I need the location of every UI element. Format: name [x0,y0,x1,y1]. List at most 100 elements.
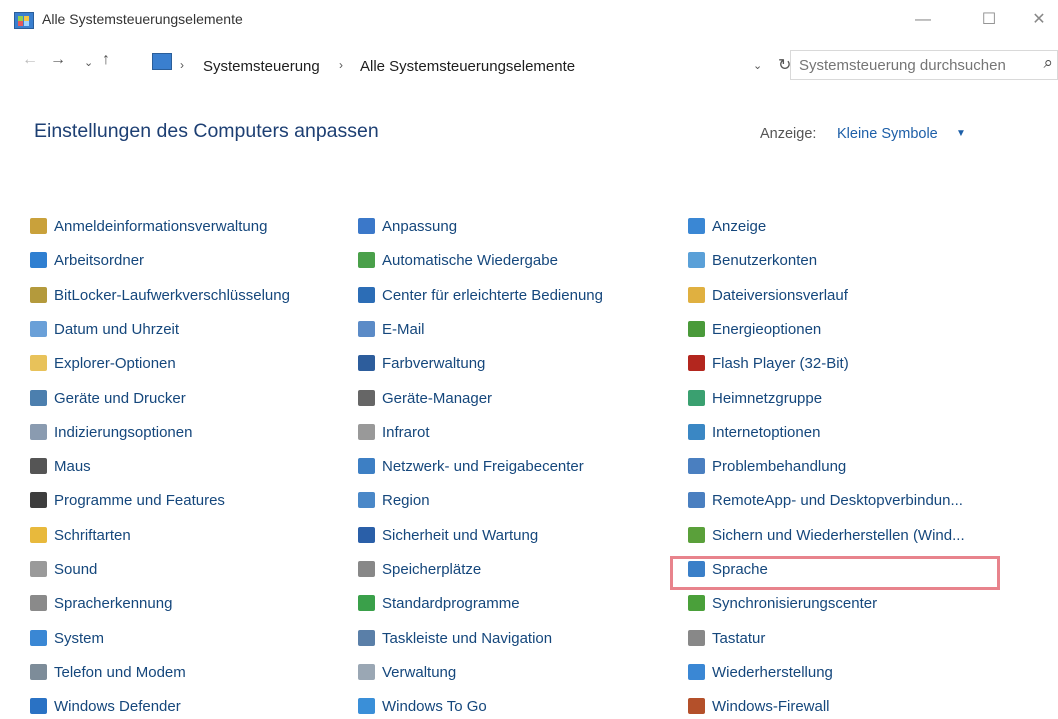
infrared-icon [358,423,375,440]
control-panel-item-label: Synchronisierungscenter [712,595,878,613]
mouse-icon [30,458,47,475]
breadcrumb-alle-elemente[interactable]: Alle Systemsteuerungselemente [360,58,575,75]
forward-button[interactable]: → [50,51,66,69]
flag-icon [358,526,375,543]
recent-locations-button[interactable]: ⌄ [84,56,93,69]
control-panel-item-label: Explorer-Optionen [54,355,176,373]
sound-icon [30,561,47,577]
view-label: Anzeige: [760,126,817,142]
control-panel-item-label: E-Mail [382,320,425,338]
ease-of-access-icon [358,286,375,303]
close-button[interactable]: ✕ [1020,6,1058,34]
control-panel-item-label: Windows Defender [54,698,181,716]
control-panel-item-label: Maus [54,458,91,476]
control-panel-item-label: Wiederherstellung [712,663,833,681]
control-panel-item-label: Geräte und Drucker [54,389,186,407]
control-panel-item-label: Anpassung [382,218,458,235]
highlight-box [670,556,1000,590]
keyboard-icon [688,629,705,646]
homegroup-icon [688,389,705,406]
clock-icon [30,320,47,337]
color-management-icon [358,355,375,372]
back-button[interactable]: ← [22,51,38,69]
device-manager-icon [358,389,375,406]
indexing-icon [30,423,47,440]
remoteapp-icon [688,492,705,509]
control-panel-item-label: Infrarot [382,423,430,441]
breadcrumb-systemsteuerung[interactable]: Systemsteuerung [203,58,320,75]
control-panel-item-label: Telefon und Modem [54,663,186,681]
control-panel-item-label: Center für erleichterte Bedienung [382,286,603,304]
chevron-down-icon[interactable]: ▼ [956,128,966,139]
taskbar-icon [358,629,375,646]
control-panel-item-label: Heimnetzgruppe [712,389,823,407]
control-panel-item-label: Anmeldeinformationsverwaltung [54,218,268,235]
control-panel-item-label: Benutzerkonten [712,252,818,270]
control-panel-item-label: Geräte-Manager [382,389,493,407]
region-icon [358,492,375,509]
power-icon [688,320,705,337]
mail-icon [358,320,375,337]
control-panel-item-label: Sicherheit und Wartung [382,526,539,544]
control-panel-item-label: Energieoptionen [712,320,822,338]
control-panel-item-label: Schriftarten [54,526,131,544]
control-panel-item-label: Standardprogramme [382,595,520,613]
control-panel-item-label: Region [382,492,430,510]
maximize-button[interactable]: ☐ [966,6,1012,34]
control-panel-item-label: Windows-Firewall [712,698,830,716]
printer-icon [30,389,47,406]
title-bar: Alle Systemsteuerungselemente — ☐ ✕ [0,0,1058,40]
control-panel-item-label: Programme und Features [54,492,225,510]
control-panel-item-label: Farbverwaltung [382,355,486,373]
minimize-button[interactable]: — [900,6,946,34]
microphone-icon [30,595,47,612]
internet-options-icon [688,423,705,440]
personalization-icon [358,218,375,234]
control-panel-item-label: Problembehandlung [712,458,847,476]
control-panel-item-label: Windows To Go [382,698,487,716]
search-input[interactable] [799,56,1031,74]
backup-icon [688,526,705,543]
control-panel-item-label: Dateiversionsverlauf [712,286,848,304]
admin-tools-icon [358,663,375,680]
breadcrumb-separator: › [180,58,184,72]
search-box[interactable]: ⌕ [790,50,1058,80]
control-panel-item-label: Sichern und Wiederherstellen (Wind... [712,526,965,544]
phone-icon [30,663,47,680]
control-panel-item-label: Arbeitsordner [54,252,145,270]
address-dropdown-button[interactable]: ⌄ [753,59,762,72]
search-icon[interactable]: ⌕ [1043,53,1053,73]
firewall-icon [688,698,705,715]
control-panel-item-label: Datum und Uhrzeit [54,320,180,338]
troubleshooting-icon [688,458,705,475]
control-panel-item-label: Automatische Wiedergabe [382,252,558,270]
control-panel-item-label: Anzeige [712,218,767,235]
storage-icon [358,561,375,577]
control-panel-item-label: Tastatur [712,629,766,647]
recovery-icon [688,663,705,680]
breadcrumb-separator[interactable]: › [339,58,343,72]
control-panel-item-label: Speicherplätze [382,561,482,578]
control-panel-item-label: System [54,629,105,647]
control-panel-item-label: Netzwerk- und Freigabecenter [382,458,584,476]
control-panel-item-label: Taskleiste und Navigation [382,629,553,647]
flash-icon [688,355,705,372]
credential-icon [30,218,47,234]
work-folders-icon [30,252,47,269]
system-icon [30,629,47,646]
control-panel-item-label: Verwaltung [382,663,457,681]
control-panel-item-label: RemoteApp- und Desktopverbindun... [712,492,963,510]
control-panel-item-label: Flash Player (32-Bit) [712,355,849,373]
autoplay-icon [358,252,375,269]
control-panel-item-label: BitLocker-Laufwerkverschlüsselung [54,286,290,304]
page-title: Einstellungen des Computers anpassen [34,120,379,142]
bitlocker-icon [30,286,47,303]
folder-options-icon [30,355,47,372]
sync-icon [688,595,705,612]
control-panel-icon [14,12,34,29]
address-control-panel-icon [152,53,172,70]
network-icon [358,458,375,475]
view-mode-dropdown[interactable]: Kleine Symbole [837,126,938,142]
up-button[interactable]: ↑ [102,51,110,69]
programs-icon [30,492,47,509]
